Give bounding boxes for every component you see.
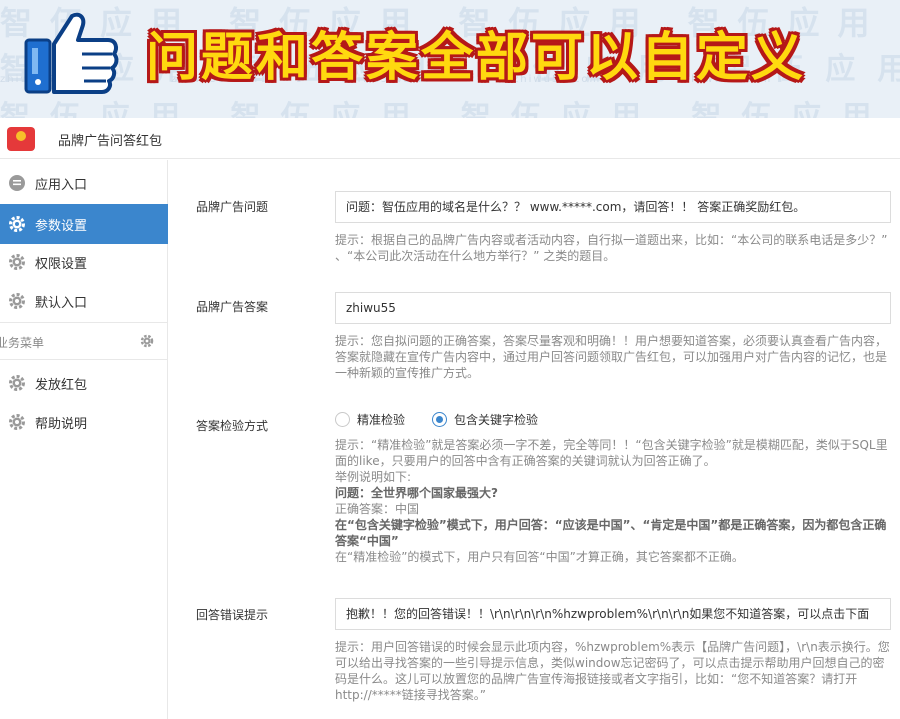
hint-bold-text: 问题：全世界哪个国家最强大?: [335, 486, 498, 500]
radio-circle-selected[interactable]: [432, 411, 447, 427]
answer-hint: 提示：您自拟问题的正确答案，答案尽量客观和明确！！用户想要知道答案，必须要认真查…: [335, 334, 888, 380]
answer-input[interactable]: zhiwu55: [335, 292, 891, 324]
thumbs-up-icon: [24, 12, 119, 94]
hint-bold-text: 在“包含关键字检验”模式下，用户回答：“应该是中国”、“肯定是中国”都是正确答案…: [335, 518, 887, 548]
sidebar-item-label: 发放红包: [35, 377, 88, 393]
hint-line-bold: 在“包含关键字检验”模式下，用户回答：“应该是中国”、“肯定是中国”都是正确答案…: [335, 517, 891, 549]
app-header: 品牌广告问答红包: [0, 118, 900, 159]
question-label: 品牌广告问题: [196, 200, 269, 214]
sidebar-item-app-entry[interactable]: 应用入口: [0, 163, 168, 203]
check-mode-hint: 提示：“精准检验”就是答案必须一字不差，完全等同！！“包含关键字检验”就是模糊匹…: [335, 437, 891, 565]
gear-icon: [7, 373, 27, 393]
hint-line-bold: 问题：全世界哪个国家最强大?: [335, 485, 891, 501]
radio-exact-match[interactable]: 精准检验: [335, 410, 405, 428]
banner-headline: 问题和答案全部可以自定义: [146, 28, 807, 88]
red-packet-icon: [7, 127, 35, 151]
gear-icon: [7, 252, 27, 272]
question-input[interactable]: 问题：智伍应用的域名是什么？？ www.*****.com，请回答！！ 答案正确…: [335, 191, 891, 223]
hint-line: 正确答案：中国: [335, 502, 420, 516]
gear-icon: [7, 412, 27, 432]
sidebar-group-label: 业务菜单: [0, 336, 45, 350]
sidebar-item-settings[interactable]: 参数设置: [0, 204, 168, 244]
answer-label: 品牌广告答案: [196, 300, 269, 314]
sidebar-item-label: 应用入口: [35, 177, 88, 193]
hint-line: 提示：“精准检验”就是答案必须一字不差，完全等同！！“包含关键字检验”就是模糊匹…: [335, 438, 888, 468]
promo-banner: 智伍应用 智伍应用 智伍应用 智伍应用 智伍应用 智伍应用 智伍应用 智伍应用 …: [0, 0, 900, 118]
sidebar-item-permissions[interactable]: 权限设置: [0, 242, 168, 282]
hint-line: 举例说明如下:: [335, 470, 412, 484]
sidebar-group-header[interactable]: 业务菜单: [0, 322, 168, 360]
error-tip-label: 回答错误提示: [196, 608, 269, 622]
error-tip-input[interactable]: 抱歉！！您的回答错误！！\r\n\r\n\r\n%hzwproblem%\r\n…: [335, 598, 891, 630]
check-mode-label: 答案检验方式: [196, 419, 269, 433]
sidebar-item-label: 权限设置: [35, 256, 88, 272]
hint-line: 在“精准检验”的模式下，用户只有回答“中国”才算正确，其它答案都不正确。: [335, 550, 744, 564]
question-hint: 提示：根据自己的品牌广告内容或者活动内容，自行拟一道题出来，比如：“本公司的联系…: [335, 233, 888, 263]
radio-circle[interactable]: [335, 411, 350, 427]
radio-label: 精准检验: [357, 412, 406, 427]
radio-keyword-match[interactable]: 包含关键字检验: [432, 410, 538, 428]
app-title: 品牌广告问答红包: [58, 134, 163, 149]
radio-label: 包含关键字检验: [454, 412, 539, 427]
error-tip-hint: 提示：用户回答错误的时候会显示此项内容，%hzwproblem%表示【品牌广告问…: [335, 640, 890, 702]
sidebar-item-help[interactable]: 帮助说明: [0, 402, 168, 442]
sidebar-item-label: 帮助说明: [35, 416, 88, 432]
sidebar-item-default-entry[interactable]: 默认入口: [0, 281, 168, 321]
sidebar: 应用入口 参数设置 权限设置 默认入口 业务菜单 发放红包 帮助说明: [0, 160, 168, 719]
sidebar-item-label: 默认入口: [35, 295, 88, 311]
watermark-row: 智伍应用 智伍应用 智伍应用 智伍应用 智伍应用: [0, 100, 892, 118]
gear-icon[interactable]: [140, 334, 154, 348]
sidebar-item-label: 参数设置: [35, 218, 88, 234]
sidebar-item-send-redpacket[interactable]: 发放红包: [0, 363, 168, 403]
chat-bubble-icon: [7, 173, 27, 193]
gear-icon: [7, 214, 27, 234]
gear-icon: [7, 291, 27, 311]
